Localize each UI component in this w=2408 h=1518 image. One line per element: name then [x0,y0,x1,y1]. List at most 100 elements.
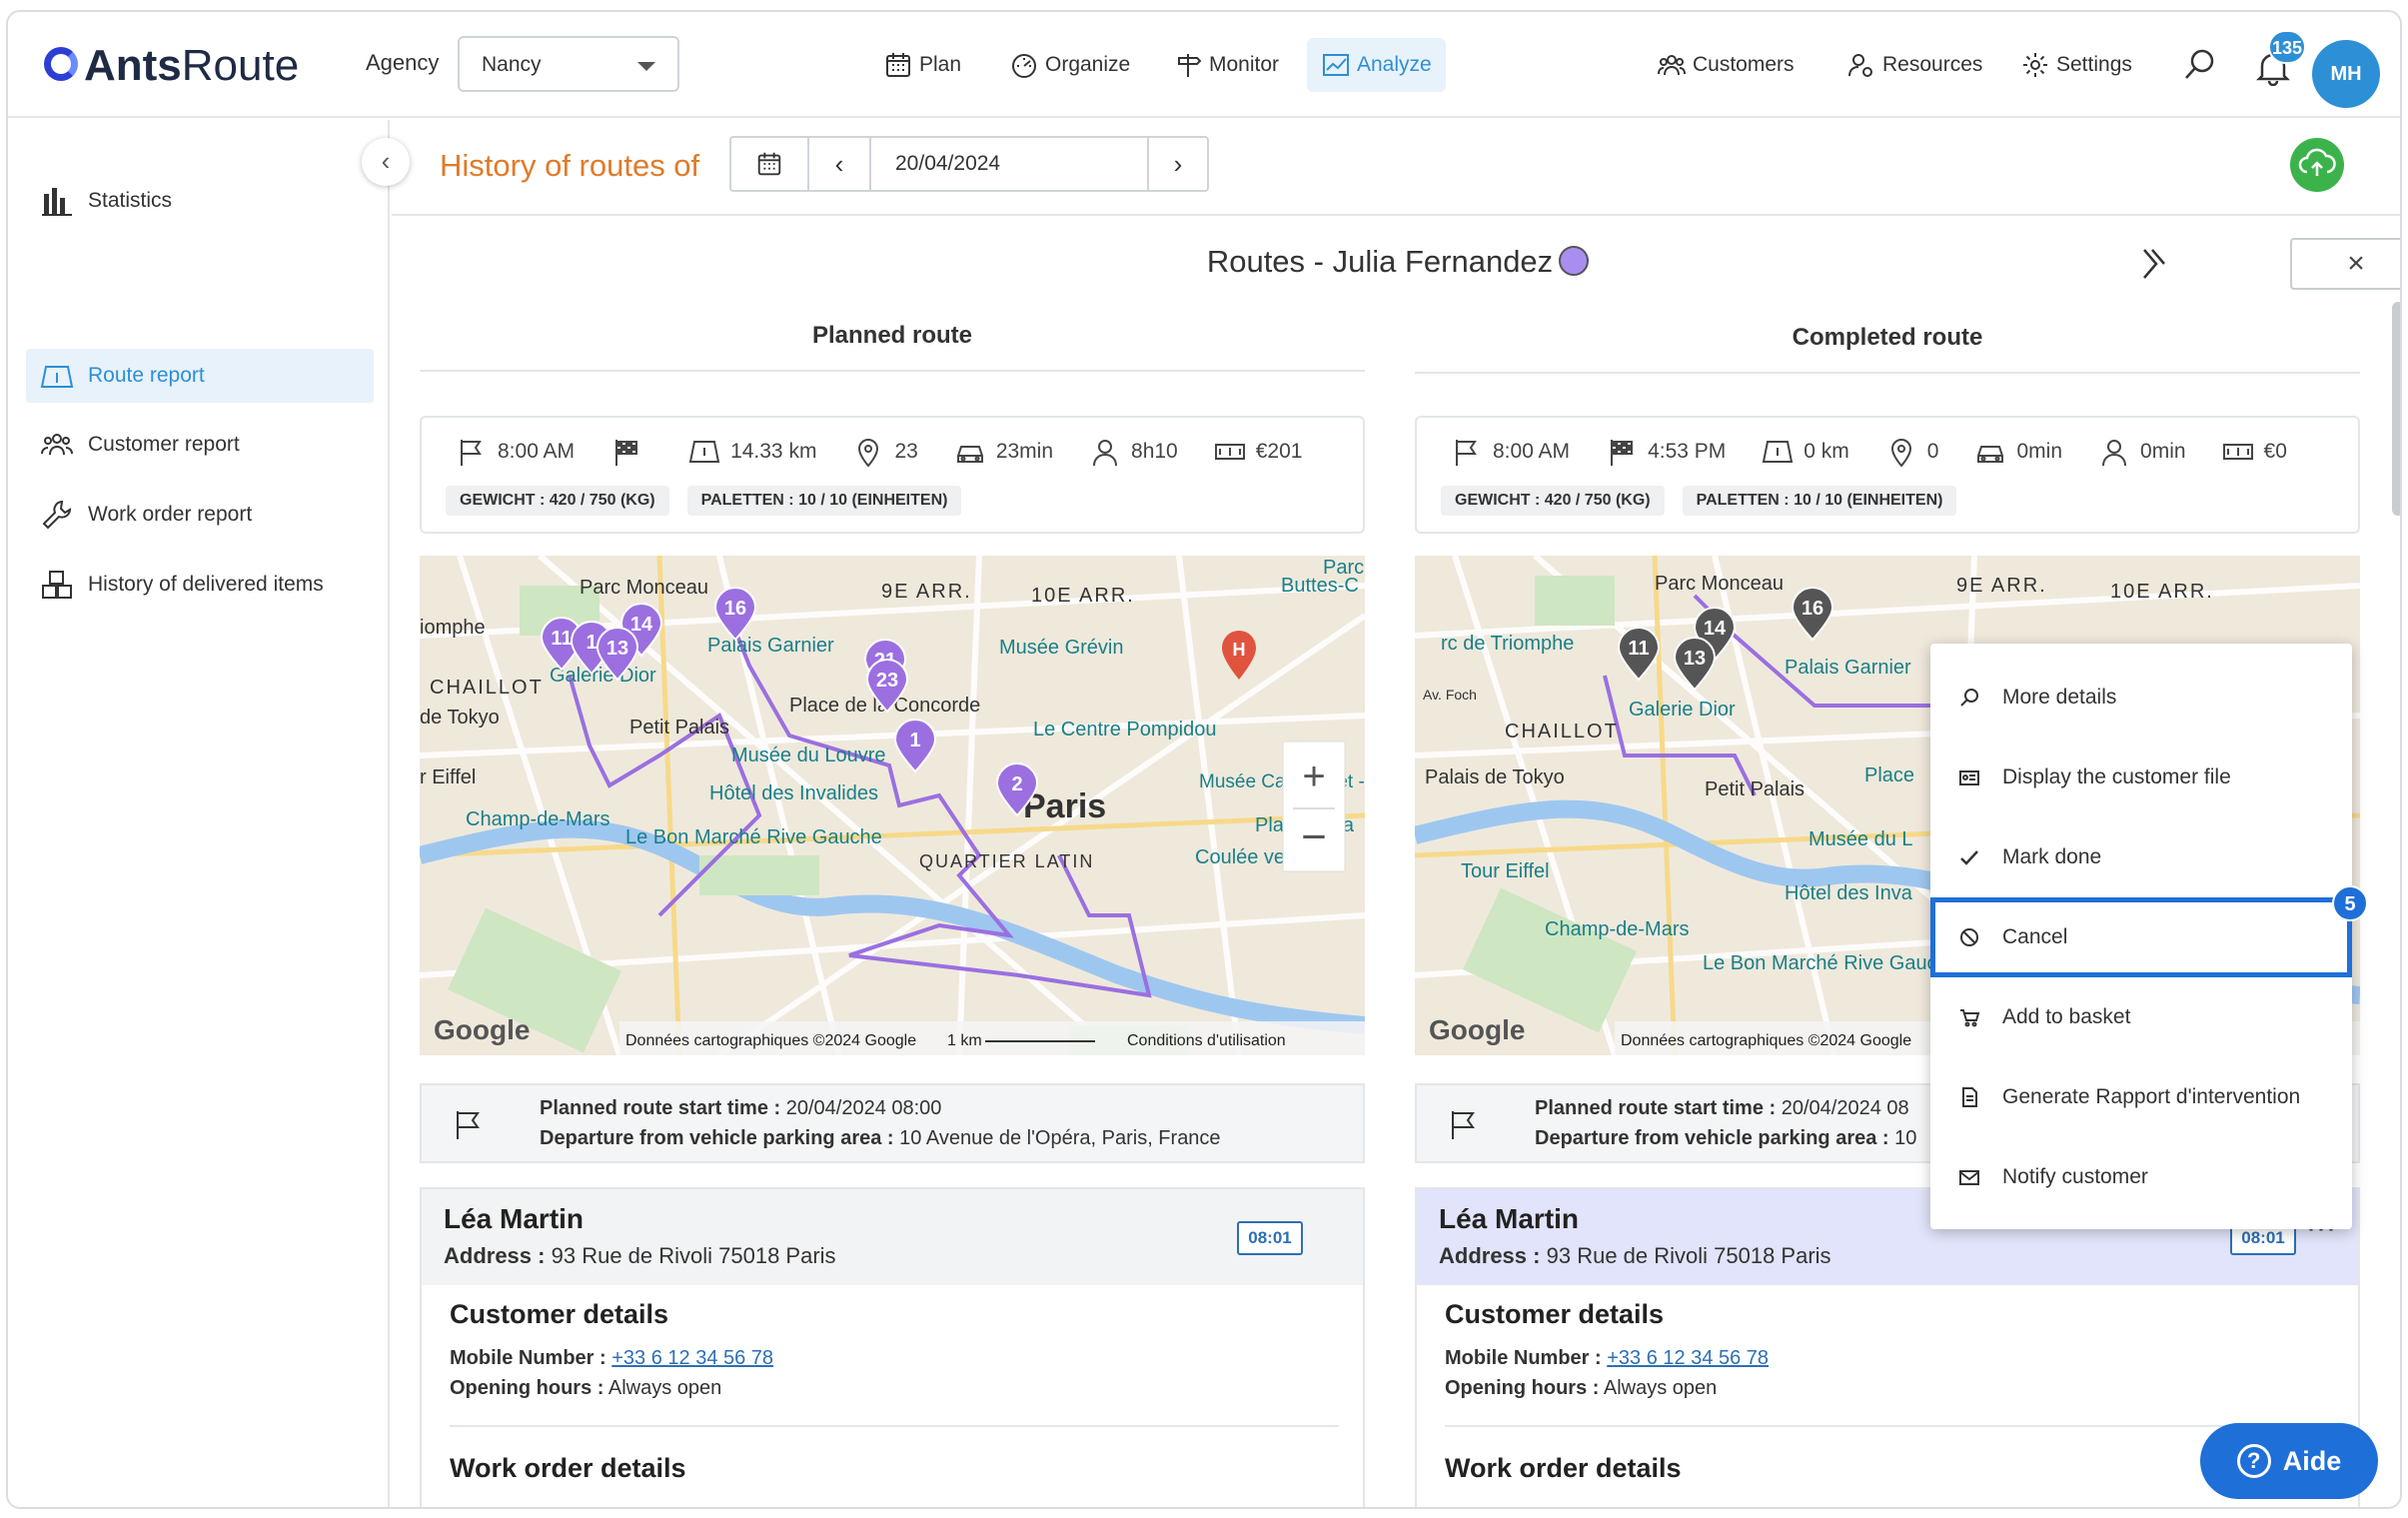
app-window: Ants Route Agency Nancy Plan Organize Mon… [6,10,2402,1509]
stat-distance-value: 14.33 km [730,440,817,463]
map-label-eiffel: Tour Eiffel [1461,860,1550,882]
route-map-icon [40,366,74,388]
stat-drive-value: 0min [2016,440,2063,463]
nav-monitor[interactable]: Monitor [1159,38,1293,92]
route-color-dot [1559,246,1590,276]
prev-date-button[interactable]: ‹ [809,138,871,190]
divider [1445,1425,2334,1427]
stop-address: Address : 93 Rue de Rivoli 75018 Paris [444,1243,836,1269]
sidebar-item-label: Customer report [88,433,240,456]
nav-plan[interactable]: Plan [869,38,975,92]
cloud-upload-button[interactable] [2290,138,2344,192]
zoom-out-icon[interactable]: − [1301,812,1327,861]
map-scale: 1 km [947,1032,982,1049]
panel-next-button[interactable] [2138,246,2168,292]
sidebar-item-customer-report[interactable]: Customer report [26,418,374,472]
calendar-icon [757,152,781,176]
menu-item-mark-done[interactable]: Mark done [1930,817,2352,897]
menu-item-more-details[interactable]: More details [1930,658,2352,738]
sidebar-item-label: Work order report [88,503,253,526]
nav-settings-label: Settings [2056,53,2132,76]
nav-organize[interactable]: Organize [995,38,1144,92]
stat-cost-value: €201 [1255,440,1303,463]
stat-start-value: 8:00 AM [498,440,576,463]
sidebar-item-statistics[interactable]: Statistics [26,174,374,228]
sidebar-item-label: History of delivered items [88,573,324,596]
flag-icon [457,1111,480,1139]
map-pin-number: 14 [630,614,653,636]
mobile-number-row: Mobile Number : +33 6 12 34 56 78 [1445,1347,1769,1370]
hours-value: Always open [1603,1377,1718,1399]
nav-settings[interactable]: Settings [2006,38,2146,92]
planned-route-map[interactable]: Parc Monceau 9E ARR. 10E ARR. Musée Grév… [420,556,1365,1055]
chevron-double-right-icon [2143,249,2165,279]
stop-address: Address : 93 Rue de Rivoli 75018 Paris [1439,1243,1831,1269]
google-logo: Google [1429,1014,1525,1045]
stop-card-header: Léa Martin Address : 93 Rue de Rivoli 75… [422,1189,1363,1285]
mobile-link[interactable]: +33 6 12 34 56 78 [1607,1347,1769,1369]
map-label-bon-marche: Le Bon Marché Rive Gauche [1703,952,1959,974]
address-label: Address : [1439,1243,1541,1268]
start-time-label: Planned route start time : [540,1097,781,1119]
map-canvas: Parc Monceau 9E ARR. 10E ARR. Musée Grév… [420,556,1365,1055]
customer-details-heading: Customer details [1445,1299,1665,1329]
cloud-upload-icon [2298,148,2336,176]
sidebar-item-history-delivered[interactable]: History of delivered items [26,558,374,612]
map-label-invalides: Hôtel des Inva [1785,882,1913,904]
map-label-bon-marche: Le Bon Marché Rive Gauche [625,826,882,848]
sidebar-collapse-button[interactable]: ‹ [362,138,410,186]
menu-item-add-basket[interactable]: Add to basket [1930,977,2352,1057]
nav-resources[interactable]: Resources [1832,38,1996,92]
map-pin-number: 1 [909,730,920,752]
wrench-icon [42,500,72,530]
map-copyright: Données cartographiques ©2024 Google [1621,1032,1911,1049]
map-label-champ-de-mars: Champ-de-Mars [1545,918,1689,940]
stat-start: 8:00 AM [1451,436,1570,468]
menu-item-generate-report[interactable]: Generate Rapport d'intervention [1930,1057,2352,1137]
sidebar-item-label: Statistics [88,189,173,212]
completed-stats-card: 8:00 AM 4:53 PM 0 km 0 0min 0min €0 GEWI… [1415,416,2360,534]
sidebar-item-route-report[interactable]: Route report [26,349,374,403]
help-button[interactable]: ? Aide [2200,1423,2378,1499]
map-pin-number: 14 [1704,618,1727,640]
map-terms-link[interactable]: Conditions d'utilisation [1127,1032,1286,1049]
departure-label: Departure from vehicle parking area : [540,1127,894,1149]
chevron-down-icon [637,62,655,71]
scrollbar-thumb[interactable] [2392,302,2400,516]
stat-work: 0min [2098,436,2186,468]
stat-distance-value: 0 km [1804,440,1849,463]
sidebar-item-work-order-report[interactable]: Work order report [26,488,374,542]
nav-customers[interactable]: Customers [1643,38,1808,92]
planned-stop-card[interactable]: Léa Martin Address : 93 Rue de Rivoli 75… [420,1187,1365,1507]
calendar-button[interactable] [731,138,809,190]
opening-hours-row: Opening hours : Always open [450,1377,721,1400]
mobile-number-row: Mobile Number : +33 6 12 34 56 78 [450,1347,773,1370]
menu-item-notify[interactable]: Notify customer [1930,1137,2352,1217]
flag-icon [1452,1111,1475,1139]
panel-title: Routes - Julia Fernandez [392,244,2400,280]
chevron-left-icon: ‹ [381,146,391,176]
mobile-link[interactable]: +33 6 12 34 56 78 [611,1347,773,1369]
menu-item-customer-file[interactable]: Display the customer file [1930,738,2352,817]
avatar[interactable]: MH [2312,40,2380,108]
stat-cost: €0 [2222,436,2287,468]
agency-select[interactable]: Nancy [458,36,679,92]
map-label-palais-garnier: Palais Garnier [1785,657,1911,679]
svg-text:H: H [1233,640,1246,660]
date-input[interactable]: 20/04/2024 [871,138,1149,190]
menu-item-cancel[interactable]: Cancel [1930,897,2352,977]
nav-analyze[interactable]: Analyze [1307,38,1446,92]
next-date-button[interactable]: › [1149,138,1207,190]
sidebar-item-label: Route report [88,364,205,387]
search-icon[interactable] [2182,46,2218,82]
pallets-pill: PALETTEN : 10 / 10 (EINHEITEN) [686,486,962,516]
panel-title-text: Routes - Julia Fernandez [1206,244,1554,279]
start-time-label: Planned route start time : [1535,1097,1777,1119]
map-label-galerie-dior: Galerie Dior [550,665,656,687]
map-pin-number: 23 [876,670,898,692]
antsroute-logo[interactable]: Ants Route [44,38,299,94]
panel-close-button[interactable]: × [2290,238,2400,290]
map-label-chaillot: CHAILLOT [430,677,544,699]
resources-icon [1848,54,1872,77]
zoom-in-icon[interactable]: + [1302,755,1325,798]
